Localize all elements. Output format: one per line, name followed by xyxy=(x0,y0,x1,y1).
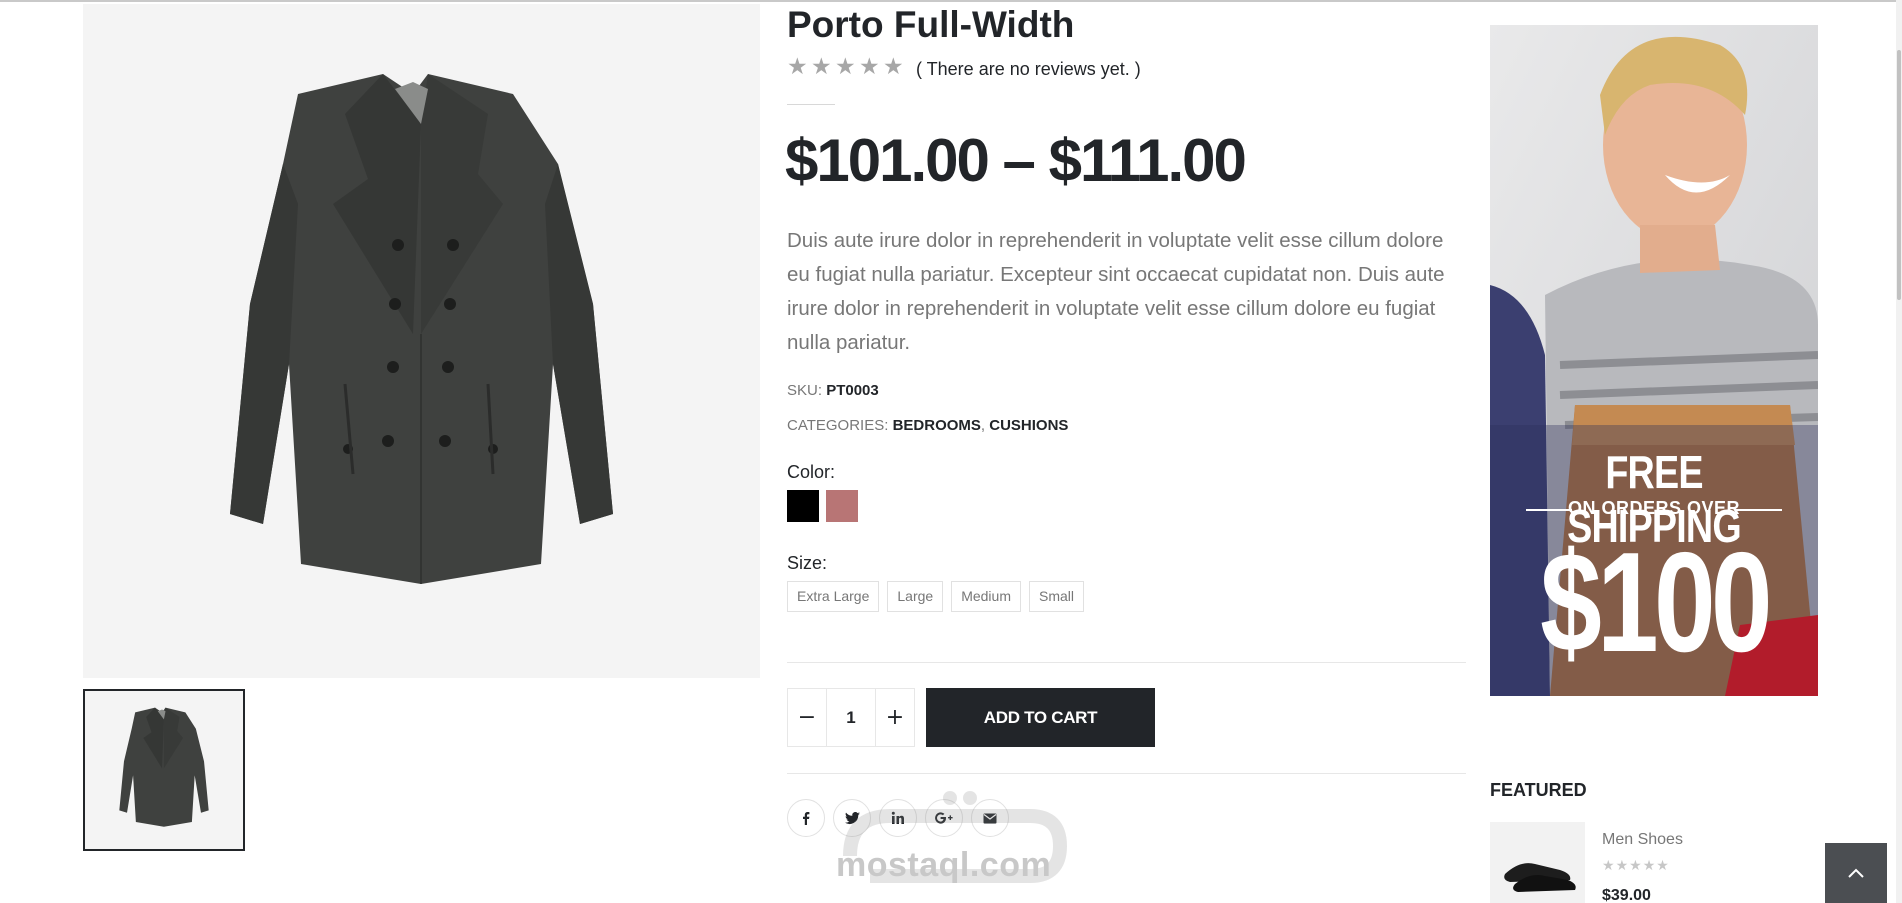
quantity-stepper: − 1 + xyxy=(787,688,915,747)
share-facebook-button[interactable] xyxy=(787,799,825,837)
star-icon: ★ xyxy=(1656,858,1669,874)
share-twitter-button[interactable] xyxy=(833,799,871,837)
product-rating-stars: ★ ★ ★ ★ ★ xyxy=(787,54,905,80)
star-icon: ★ xyxy=(1642,858,1656,874)
coat-thumbnail-image xyxy=(119,707,209,827)
size-options: Extra Large Large Medium Small xyxy=(787,581,1084,612)
banner-divider xyxy=(1736,509,1782,511)
product-price: $101.00 – $111.00 xyxy=(785,127,1247,194)
scroll-to-top-button[interactable] xyxy=(1825,843,1887,903)
email-icon xyxy=(983,813,997,823)
facebook-icon xyxy=(803,812,810,825)
reviews-link[interactable]: ( There are no reviews yet. ) xyxy=(916,59,1141,80)
quantity-minus-button[interactable]: − xyxy=(788,689,826,746)
featured-item-rating: ★ ★ ★ ★ ★ xyxy=(1602,859,1669,873)
star-icon: ★ xyxy=(859,54,880,80)
color-swatch-pink[interactable] xyxy=(826,490,858,522)
size-option-small[interactable]: Small xyxy=(1028,581,1084,612)
categories-label: CATEGORIES: xyxy=(787,417,889,434)
twitter-icon xyxy=(844,811,860,824)
star-icon: ★ xyxy=(835,54,856,80)
scrollbar-thumb[interactable] xyxy=(1897,50,1901,300)
featured-item-price: $39.00 xyxy=(1602,887,1651,903)
coat-image xyxy=(230,74,613,584)
star-icon: ★ xyxy=(811,54,832,80)
star-icon: ★ xyxy=(787,54,808,80)
featured-heading: FEATURED xyxy=(1490,780,1587,800)
product-description: Duis aute irure dolor in reprehenderit i… xyxy=(787,229,1445,354)
divider xyxy=(787,662,1466,663)
google-plus-icon xyxy=(935,812,953,824)
category-link-cushions[interactable]: CUSHIONS xyxy=(989,417,1068,434)
quantity-input[interactable]: 1 xyxy=(826,689,876,746)
banner-amount: $100 xyxy=(1540,523,1772,682)
share-google-plus-button[interactable] xyxy=(925,799,963,837)
category-link-bedrooms[interactable]: BEDROOMS xyxy=(893,417,981,434)
color-swatch-black[interactable] xyxy=(787,490,819,522)
product-thumbnail[interactable] xyxy=(83,689,245,851)
add-to-cart-button[interactable]: ADD TO CART xyxy=(926,688,1155,747)
quantity-plus-button[interactable]: + xyxy=(876,689,914,746)
featured-item-image[interactable] xyxy=(1490,822,1585,903)
product-sku: SKU: PT0003 xyxy=(787,382,879,399)
star-icon: ★ xyxy=(1602,858,1615,874)
star-icon: ★ xyxy=(1615,858,1629,874)
size-label: Size: xyxy=(787,553,828,573)
product-categories: CATEGORIES: BEDROOMS, CUSHIONS xyxy=(787,417,1068,434)
share-email-button[interactable] xyxy=(971,799,1009,837)
size-option-extra-large[interactable]: Extra Large xyxy=(787,581,880,612)
title-divider xyxy=(787,104,835,105)
shoes-image xyxy=(1504,863,1576,892)
sku-value: PT0003 xyxy=(826,382,879,399)
star-icon: ★ xyxy=(883,54,904,80)
color-label: Color: xyxy=(787,462,836,482)
size-option-large[interactable]: Large xyxy=(887,581,944,612)
watermark-text: mostaql.com xyxy=(836,846,1052,884)
chevron-up-icon xyxy=(1848,868,1864,878)
star-icon: ★ xyxy=(1629,858,1642,874)
product-main-image[interactable] xyxy=(83,4,760,678)
linkedin-icon xyxy=(891,811,904,824)
size-option-medium[interactable]: Medium xyxy=(951,581,1021,612)
sku-label: SKU: xyxy=(787,382,823,399)
share-linkedin-button[interactable] xyxy=(879,799,917,837)
divider xyxy=(787,773,1466,774)
product-title: Porto Full-Width xyxy=(787,4,1075,45)
top-border xyxy=(0,0,1902,2)
free-shipping-banner[interactable]: FREE SHIPPING ON ORDERS OVER $100 xyxy=(1490,25,1818,696)
category-separator: , xyxy=(980,417,986,434)
featured-item-name[interactable]: Men Shoes xyxy=(1602,831,1683,849)
